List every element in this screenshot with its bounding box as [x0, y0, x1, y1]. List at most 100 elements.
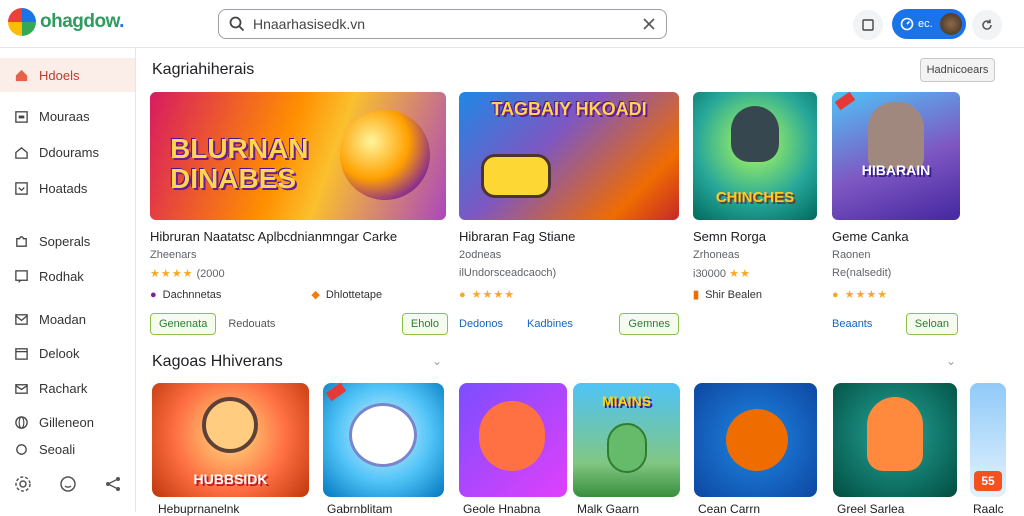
section-title-featured: Kagriahiherais: [152, 61, 255, 78]
sidebar-item-label: Rachark: [39, 380, 88, 396]
logo-icon: [8, 8, 36, 36]
coin-icon: ●: [832, 288, 839, 301]
game-card[interactable]: HIBARAIN Geme Canka Raonen Re(nalsedit) …: [832, 92, 960, 338]
chevron-down-icon[interactable]: ⌄: [946, 354, 956, 368]
account-label: ec.: [918, 18, 933, 30]
game-tags: ● ★★★★: [459, 288, 515, 302]
gamepad-art: [481, 154, 551, 198]
store-icon: [15, 110, 28, 123]
game-title: Gabrnblitam: [327, 502, 393, 516]
character-art: [607, 423, 647, 473]
game-thumbnail[interactable]: 55: [970, 383, 1006, 497]
home-icon: [15, 69, 28, 81]
close-icon[interactable]: [642, 17, 656, 31]
see-all-button[interactable]: Hadnicoears: [920, 58, 995, 82]
timer-icon: [900, 17, 914, 31]
download-icon: [15, 181, 28, 195]
details-link[interactable]: Redouats: [228, 318, 275, 330]
sidebar-item-downloads[interactable]: Hoatads: [0, 171, 135, 205]
sidebar-item-globe[interactable]: Gilleneon: [0, 405, 135, 439]
sidebar-item-calendar[interactable]: Delook: [0, 336, 135, 370]
search-bar[interactable]: [218, 9, 667, 39]
account-button[interactable]: ec.: [892, 9, 966, 39]
sidebar-item-store[interactable]: Mouraas: [0, 99, 135, 133]
game-rating: Re(nalsedit): [832, 267, 891, 279]
character-art: [726, 409, 788, 471]
game-title: Malk Gaarn: [577, 502, 640, 516]
game-thumbnail[interactable]: HIBARAIN: [832, 92, 960, 220]
game-title: Semn Rorga: [693, 229, 766, 244]
details-link[interactable]: Beaants: [832, 318, 872, 330]
rating-count: ilUndorsceadcaoch): [459, 267, 557, 279]
thumbnail-art-text: CHINCHES: [715, 189, 795, 206]
card-actions: Genenata Redouats Eholo: [150, 312, 448, 336]
install-button[interactable]: Gemnes: [619, 313, 679, 335]
game-card[interactable]: CHINCHES Semn Rorga Zrhoneas i30000 ★★ ▮…: [693, 92, 818, 338]
refresh-icon: [982, 19, 992, 30]
rating-stars: ★★★★: [150, 268, 194, 280]
more-link[interactable]: Kadbines: [527, 318, 573, 330]
game-title: Raalc: [973, 502, 1004, 516]
game-subtitle: Zrhoneas: [693, 249, 740, 261]
share-icon[interactable]: [104, 475, 122, 493]
sidebar-item-house[interactable]: Ddourams: [0, 135, 135, 169]
logo-text: ohagdow.: [40, 11, 124, 32]
sidebar-item-label: Moadan: [39, 311, 86, 327]
game-thumbnail[interactable]: [694, 383, 817, 497]
sidebar-item-home[interactable]: Hdoels: [0, 58, 135, 92]
rating-count: Re(nalsedit): [832, 267, 892, 279]
window-button[interactable]: [853, 10, 883, 40]
thumbnail-art-text: TAGBAIY HKOADI: [491, 99, 647, 119]
game-tag: Shir Bealen: [705, 288, 762, 301]
sidebar-item-label: Mouraas: [39, 108, 90, 124]
sidebar-item-mail[interactable]: Moadan: [0, 302, 135, 336]
install-button[interactable]: Eholo: [401, 313, 448, 335]
game-thumbnail[interactable]: CHINCHES: [693, 92, 817, 220]
rating-stars: ★★★★: [844, 289, 889, 301]
search-icon: [229, 16, 245, 32]
sidebar-item-label: Soperals: [39, 233, 91, 249]
game-thumbnail[interactable]: [323, 383, 444, 497]
game-thumbnail[interactable]: BLURNAN DINABES: [150, 92, 446, 220]
puzzle-icon: [16, 235, 27, 247]
sidebar-item-label: Gilleneon: [39, 414, 94, 430]
game-thumbnail[interactable]: [833, 383, 957, 497]
sidebar-item-settings[interactable]: Seoali: [0, 438, 135, 460]
sidebar-item-messages[interactable]: Rodhak: [0, 259, 135, 293]
game-card[interactable]: TAGBAIY HKOADI Hibraran Fag Stiane 2odne…: [459, 92, 681, 338]
thumbnail-art-text: HIBARAIN: [861, 162, 931, 178]
chevron-down-icon[interactable]: ⌄: [432, 354, 442, 368]
install-button[interactable]: Seloan: [905, 313, 958, 335]
sidebar-item-puzzles[interactable]: Soperals: [0, 224, 135, 258]
card-actions: Dedonos Kadbines Gemnes: [459, 312, 679, 336]
coin-icon: ●: [459, 288, 466, 301]
game-tags: ● Dachnnetas ◆ Dhlottetape: [150, 288, 448, 302]
sidebar-footer: [0, 466, 135, 502]
game-card[interactable]: BLURNAN DINABES Hibruran Naatatsc Aplbcd…: [150, 92, 448, 338]
smiley-icon[interactable]: [59, 475, 77, 493]
game-thumbnail[interactable]: TAGBAIY HKOADI: [459, 92, 679, 220]
grape-icon: ●: [150, 288, 157, 301]
game-title: Hibruran Naatatsc Aplbcdnianmngar Carke: [150, 229, 398, 244]
mail-icon: [15, 313, 28, 325]
app-logo[interactable]: ohagdow.: [8, 8, 124, 36]
game-title: Hebuprnanelnk: [158, 502, 240, 516]
tag-icon: ◆: [311, 289, 320, 301]
settings-gear-icon[interactable]: [14, 475, 32, 493]
game-title: Geole Hnabna: [463, 502, 541, 516]
refresh-button[interactable]: [972, 10, 1002, 40]
game-thumbnail[interactable]: HUBBSIDK: [152, 383, 309, 497]
sidebar-item-label: Hoatads: [39, 180, 88, 196]
game-title: Greel Sarlea: [837, 502, 905, 516]
search-input[interactable]: [253, 16, 642, 32]
window-icon: [862, 19, 874, 31]
game-tags: ● ★★★★: [832, 288, 889, 302]
game-thumbnail[interactable]: [459, 383, 567, 497]
character-art: [731, 106, 779, 162]
sidebar-item-envelope[interactable]: Rachark: [0, 371, 135, 405]
details-link[interactable]: Dedonos: [459, 318, 503, 330]
game-thumbnail[interactable]: MIAINS: [573, 383, 680, 497]
rating-count: (2000: [196, 268, 225, 280]
bear-art: [867, 397, 923, 471]
play-button[interactable]: Genenata: [150, 313, 217, 335]
